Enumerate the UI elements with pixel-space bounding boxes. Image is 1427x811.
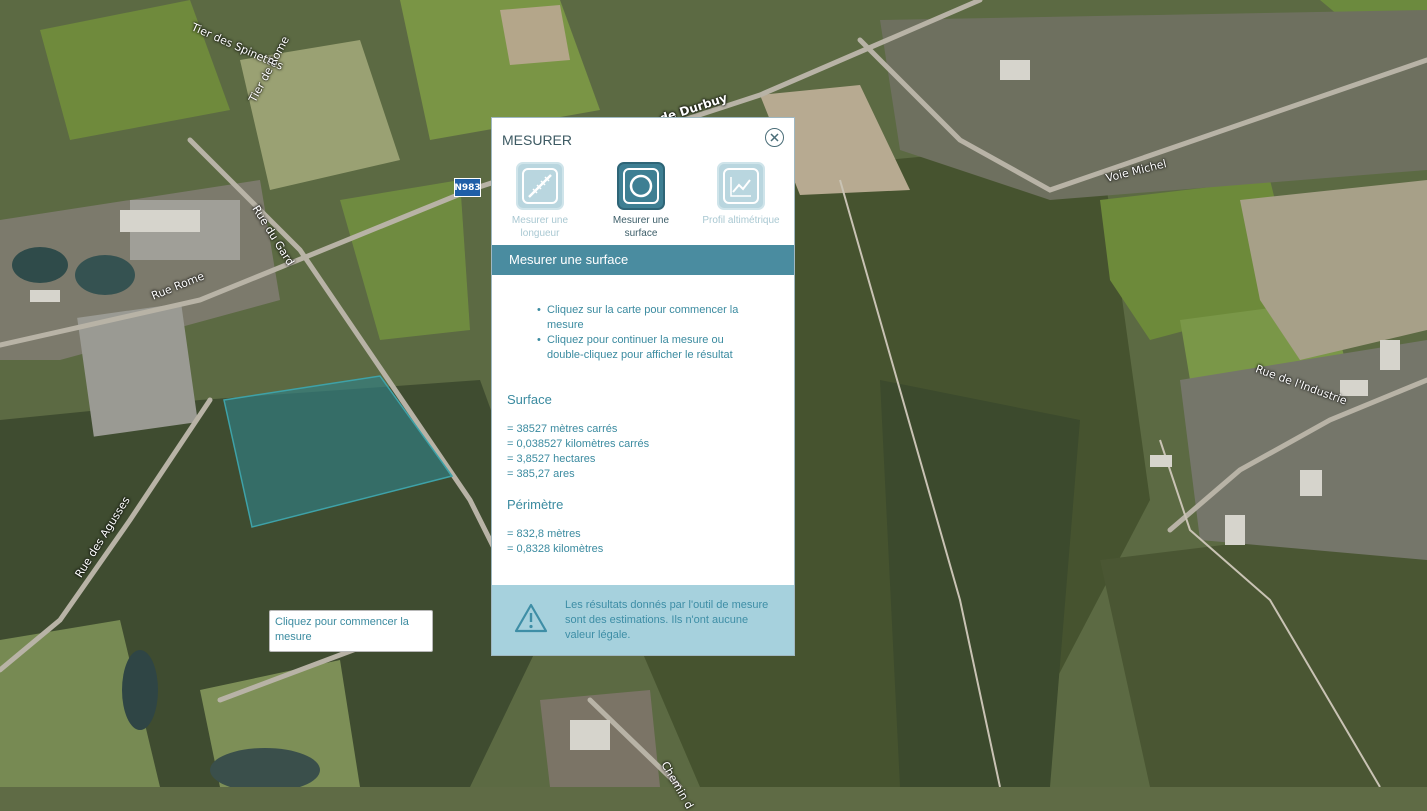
- circle-area-icon: [623, 168, 659, 204]
- surface-heading: Surface: [507, 392, 552, 407]
- warning-box: Les résultats donnés par l'outil de mesu…: [492, 585, 794, 655]
- chart-line-icon: [723, 168, 759, 204]
- measure-panel: MESURER Mesurer une longueur Mesurer une…: [491, 117, 795, 656]
- perimetre-value: = 0,8328 kilomètres: [507, 543, 604, 555]
- surface-value: = 3,8527 hectares: [507, 453, 596, 465]
- tool-measure-surface[interactable]: Mesurer une surface: [601, 162, 681, 240]
- section-title: Mesurer une surface: [492, 245, 794, 275]
- close-button[interactable]: [765, 128, 784, 147]
- warning-triangle-icon: [514, 603, 548, 633]
- close-circle-icon: [770, 133, 779, 142]
- tool-measure-length[interactable]: Mesurer une longueur: [500, 162, 580, 240]
- instruction-item: Cliquez sur la carte pour commencer la m…: [537, 303, 747, 333]
- instruction-item: Cliquez pour continuer la mesure ou doub…: [537, 333, 747, 363]
- perimetre-value: = 832,8 mètres: [507, 528, 581, 540]
- ruler-icon: [522, 168, 558, 204]
- instructions-list: Cliquez sur la carte pour commencer la m…: [537, 303, 747, 363]
- tool-elevation-profile[interactable]: Profil altimétrique: [701, 162, 781, 227]
- tool-label-profile: Profil altimétrique: [702, 215, 780, 226]
- tool-label-surface: Mesurer une surface: [612, 215, 670, 239]
- road-number-shield: N983: [454, 178, 481, 197]
- perimetre-heading: Périmètre: [507, 497, 564, 512]
- tool-label-length: Mesurer une longueur: [511, 215, 569, 239]
- surface-value: = 38527 mètres carrés: [507, 423, 618, 435]
- map-cursor-tooltip: Cliquez pour commencer la mesure: [269, 610, 433, 652]
- surface-value: = 385,27 ares: [507, 468, 575, 480]
- surface-results: = 38527 mètres carrés = 0,038527 kilomèt…: [507, 422, 649, 482]
- panel-title: MESURER: [502, 132, 573, 148]
- tool-tile: [516, 162, 564, 210]
- tool-tile: [617, 162, 665, 210]
- tool-tile: [717, 162, 765, 210]
- warning-text: Les résultats donnés par l'outil de mesu…: [565, 599, 769, 641]
- perimetre-results: = 832,8 mètres = 0,8328 kilomètres: [507, 527, 603, 557]
- surface-value: = 0,038527 kilomètres carrés: [507, 438, 650, 450]
